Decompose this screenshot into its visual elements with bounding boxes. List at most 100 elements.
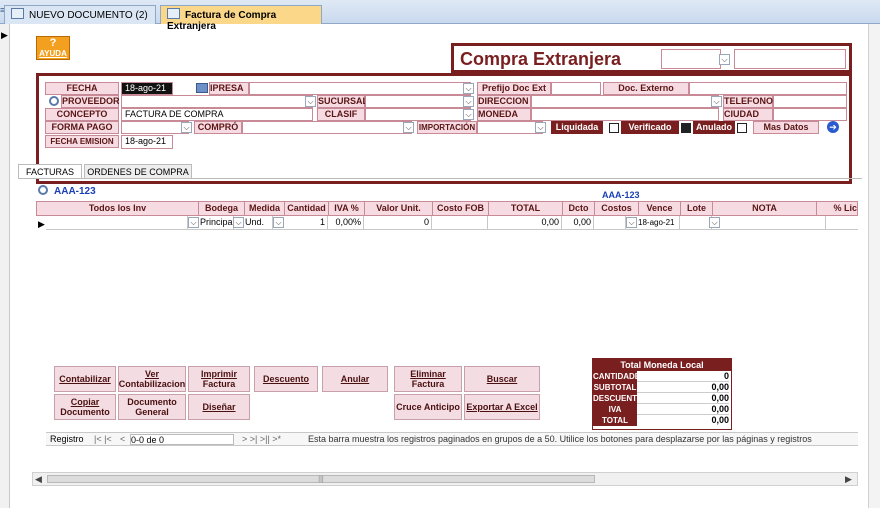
eliminar-factura-button[interactable]: Eliminar Factura xyxy=(394,366,462,392)
totals-title: Total Moneda Local xyxy=(593,359,731,371)
ayuda-button[interactable]: ? AYUDA xyxy=(36,36,70,60)
chevron-down-icon[interactable]: ⌵ xyxy=(463,96,474,107)
cell-vence[interactable]: 18-ago-21 xyxy=(638,216,680,229)
chevron-down-icon[interactable]: ⌵ xyxy=(273,217,284,228)
fecha-field[interactable]: 18-ago-21 xyxy=(121,82,173,95)
moneda-field[interactable] xyxy=(531,108,719,121)
horizontal-scrollbar[interactable]: ◀ ||| ▶ xyxy=(32,472,858,486)
compro-field[interactable] xyxy=(242,121,412,134)
total-label: TOTAL xyxy=(593,415,637,426)
direccion-field[interactable] xyxy=(531,95,719,108)
anulado-checkbox[interactable] xyxy=(737,123,747,133)
chevron-down-icon[interactable]: ⌵ xyxy=(719,54,730,65)
ver-contabilizacion-button[interactable]: Ver Contabilizacion xyxy=(118,366,186,392)
scroll-right-icon[interactable]: ▶ xyxy=(845,473,852,486)
chevron-down-icon[interactable]: ⌵ xyxy=(535,122,546,133)
disenar-button[interactable]: Diseñar xyxy=(188,394,250,420)
first-prev-buttons[interactable]: |< |< xyxy=(94,433,112,446)
buscar-button[interactable]: Buscar xyxy=(464,366,540,392)
fecha-emision-field[interactable]: 18-ago-21 xyxy=(121,135,173,149)
contabilizar-button[interactable]: Contabilizar xyxy=(54,366,116,392)
anular-button[interactable]: Anular xyxy=(322,366,388,392)
imprimir-factura-button[interactable]: Imprimir Factura xyxy=(188,366,250,392)
chevron-down-icon[interactable]: ⌵ xyxy=(711,96,722,107)
title-extra-field[interactable] xyxy=(734,49,846,69)
prev-button[interactable]: < xyxy=(120,433,125,446)
cell-costo-fob[interactable] xyxy=(432,216,488,229)
documento-general-button[interactable]: Documento General xyxy=(118,394,186,420)
clasif-field[interactable] xyxy=(365,108,471,121)
col-medida[interactable]: Medida xyxy=(245,202,285,215)
scroll-left-icon[interactable]: ◀ xyxy=(35,473,42,486)
col-valor-unit[interactable]: Valor Unit. xyxy=(365,202,433,215)
cell-item[interactable] xyxy=(46,216,188,229)
compro-label: COMPRÓ xyxy=(194,121,242,134)
proveedor-field[interactable] xyxy=(121,95,313,108)
tab-facturas[interactable]: FACTURAS xyxy=(18,164,82,178)
ciudad-field[interactable] xyxy=(773,108,847,121)
chevron-down-icon[interactable]: ⌵ xyxy=(626,217,637,228)
fecha-emision-label: FECHA EMISION xyxy=(45,135,119,148)
col-cantidad[interactable]: Cantidad xyxy=(285,202,329,215)
col-vence[interactable]: Vence xyxy=(639,202,681,215)
title-select[interactable] xyxy=(661,49,721,69)
record-position-field[interactable]: 0-0 de 0 xyxy=(130,434,234,445)
cell-nota[interactable] xyxy=(722,216,826,229)
exportar-excel-button[interactable]: Exportar A Excel xyxy=(464,394,540,420)
importacion-field[interactable] xyxy=(477,121,543,134)
col-nota[interactable]: NOTA xyxy=(713,202,817,215)
search-icon[interactable] xyxy=(38,185,48,195)
telefono-field[interactable] xyxy=(773,95,847,108)
col-dcto[interactable]: Dcto xyxy=(563,202,595,215)
descuento-button[interactable]: Descuento xyxy=(254,366,318,392)
chevron-down-icon[interactable]: ⌵ xyxy=(181,122,192,133)
prefijo-doc-ext-field[interactable] xyxy=(551,82,601,95)
chevron-down-icon[interactable]: ⌵ xyxy=(709,217,720,228)
cell-valor-unit[interactable]: 0 xyxy=(364,216,432,229)
chevron-down-icon[interactable]: ⌵ xyxy=(463,109,474,120)
chevron-down-icon[interactable]: ⌵ xyxy=(403,122,414,133)
cell-total[interactable]: 0,00 xyxy=(488,216,562,229)
cell-iva[interactable]: 0,00% xyxy=(328,216,364,229)
mas-datos-button[interactable]: Mas Datos xyxy=(753,121,819,134)
copiar-documento-button[interactable]: Copiar Documento xyxy=(54,394,116,420)
doc-externo-field[interactable] xyxy=(689,82,847,95)
cell-lote[interactable] xyxy=(680,216,712,229)
tab-nuevo-documento[interactable]: NUEVO DOCUMENTO (2) xyxy=(4,5,156,24)
col-lote[interactable]: Lote xyxy=(681,202,713,215)
tab-factura-compra-extranjera[interactable]: Factura de Compra Extranjera xyxy=(160,5,322,32)
direccion-label: DIRECCION xyxy=(477,95,531,108)
arrow-right-icon[interactable]: ➔ xyxy=(827,121,839,133)
col-total[interactable]: TOTAL xyxy=(489,202,563,215)
col-bodega[interactable]: Bodega xyxy=(199,202,245,215)
prefijo-doc-ext-label: Prefijo Doc Ext xyxy=(477,82,551,95)
col-todos-los-inv[interactable]: Todos los Inv xyxy=(37,202,199,215)
col-porc-lic[interactable]: % Lic xyxy=(817,202,857,215)
col-costo-fob[interactable]: Costo FOB xyxy=(433,202,489,215)
chevron-down-icon[interactable]: ⌵ xyxy=(305,96,316,107)
next-last-new-buttons[interactable]: > >| >|| >* xyxy=(242,433,281,446)
forma-pago-field[interactable] xyxy=(121,121,189,134)
calendar-icon[interactable] xyxy=(196,83,208,93)
chevron-down-icon[interactable]: ⌵ xyxy=(463,83,474,94)
chevron-down-icon[interactable]: ⌵ xyxy=(188,217,199,228)
search-icon[interactable] xyxy=(49,96,59,106)
cruce-anticipo-button[interactable]: Cruce Anticipo xyxy=(394,394,462,420)
ciudad-label: CIUDAD xyxy=(723,108,773,121)
cell-cantidad[interactable]: 1 xyxy=(284,216,328,229)
col-costos[interactable]: Costos xyxy=(595,202,639,215)
cell-costos[interactable] xyxy=(594,216,626,229)
col-iva[interactable]: IVA % xyxy=(329,202,365,215)
cell-dcto[interactable]: 0,00 xyxy=(562,216,594,229)
verificado-checkbox[interactable] xyxy=(681,123,691,133)
scroll-thumb[interactable]: ||| xyxy=(47,475,595,483)
form-icon xyxy=(11,8,24,19)
chevron-down-icon[interactable]: ⌵ xyxy=(233,217,244,228)
concepto-field[interactable]: FACTURA DE COMPRA xyxy=(121,108,313,121)
tab-ordenes-de-compra[interactable]: ORDENES DE COMPRA xyxy=(84,164,192,178)
empresa-field[interactable] xyxy=(249,82,471,95)
cell-medida[interactable]: Und. xyxy=(245,216,273,229)
liquidada-checkbox[interactable] xyxy=(609,123,619,133)
cell-bodega[interactable]: Principa xyxy=(200,216,234,229)
sucursal-field[interactable] xyxy=(365,95,471,108)
